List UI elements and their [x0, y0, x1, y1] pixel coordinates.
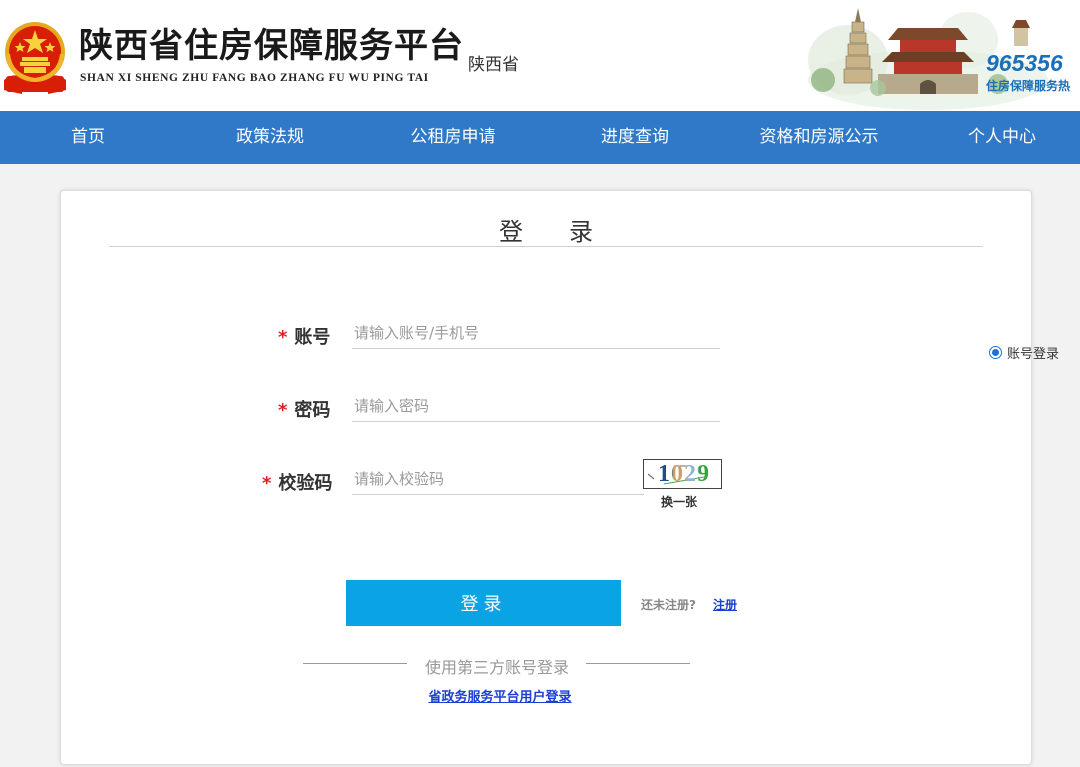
hotline-label: 住房保障服务热: [986, 79, 1071, 93]
nav-item-progress-query[interactable]: 进度查询: [585, 111, 685, 164]
account-input[interactable]: [352, 318, 720, 349]
captcha-refresh-link[interactable]: 换一张: [661, 493, 697, 510]
login-button[interactable]: 登录: [346, 580, 621, 626]
region-label[interactable]: 陕西省: [468, 50, 519, 75]
captcha-image[interactable]: 1029: [643, 459, 722, 489]
gov-platform-login-link[interactable]: 省政务服务平台用户登录: [0, 686, 1000, 705]
password-input[interactable]: [352, 391, 720, 422]
national-emblem-icon: [4, 22, 66, 94]
title-divider: [109, 246, 983, 247]
login-mode-label: 账号登录: [1007, 347, 1060, 362]
register-link[interactable]: 注册: [713, 596, 737, 613]
site-header: 陕西省住房保障服务平台 SHAN XI SHENG ZHU FANG BAO Z…: [0, 0, 1080, 111]
login-title: 登录: [499, 218, 639, 246]
nav-item-home[interactable]: 首页: [48, 111, 128, 164]
captcha-label: * 校验码: [262, 473, 333, 494]
nav-item-policies[interactable]: 政策法规: [220, 111, 320, 164]
required-mark: *: [262, 473, 272, 494]
nav-item-public-notice[interactable]: 资格和房源公示: [744, 111, 894, 164]
third-party-divider-right: [586, 663, 690, 664]
third-party-label: 使用第三方账号登录: [424, 658, 569, 677]
captcha-input[interactable]: [352, 464, 644, 495]
nav-item-rental-application[interactable]: 公租房申请: [398, 111, 508, 164]
site-subtitle: SHAN XI SHENG ZHU FANG BAO ZHANG FU WU P…: [80, 72, 429, 84]
captcha-text: 1029: [658, 460, 710, 488]
captcha-code: 1029: [658, 461, 710, 487]
required-mark: *: [278, 327, 288, 348]
required-mark: *: [278, 400, 288, 421]
password-label: * 密码: [278, 400, 331, 421]
hotline-number: 965356: [986, 50, 1063, 76]
no-account-text: 还未注册?: [641, 598, 696, 612]
login-mode-radio[interactable]: 账号登录: [989, 343, 1059, 362]
account-label: * 账号: [278, 327, 331, 348]
third-party-divider-left: [303, 663, 407, 664]
main-nav: 首页 政策法规 公租房申请 进度查询 资格和房源公示 个人中心: [0, 111, 1080, 164]
site-title: 陕西省住房保障服务平台: [79, 26, 464, 66]
nav-item-personal-center[interactable]: 个人中心: [952, 111, 1052, 164]
radio-selected-icon[interactable]: [989, 346, 1002, 359]
